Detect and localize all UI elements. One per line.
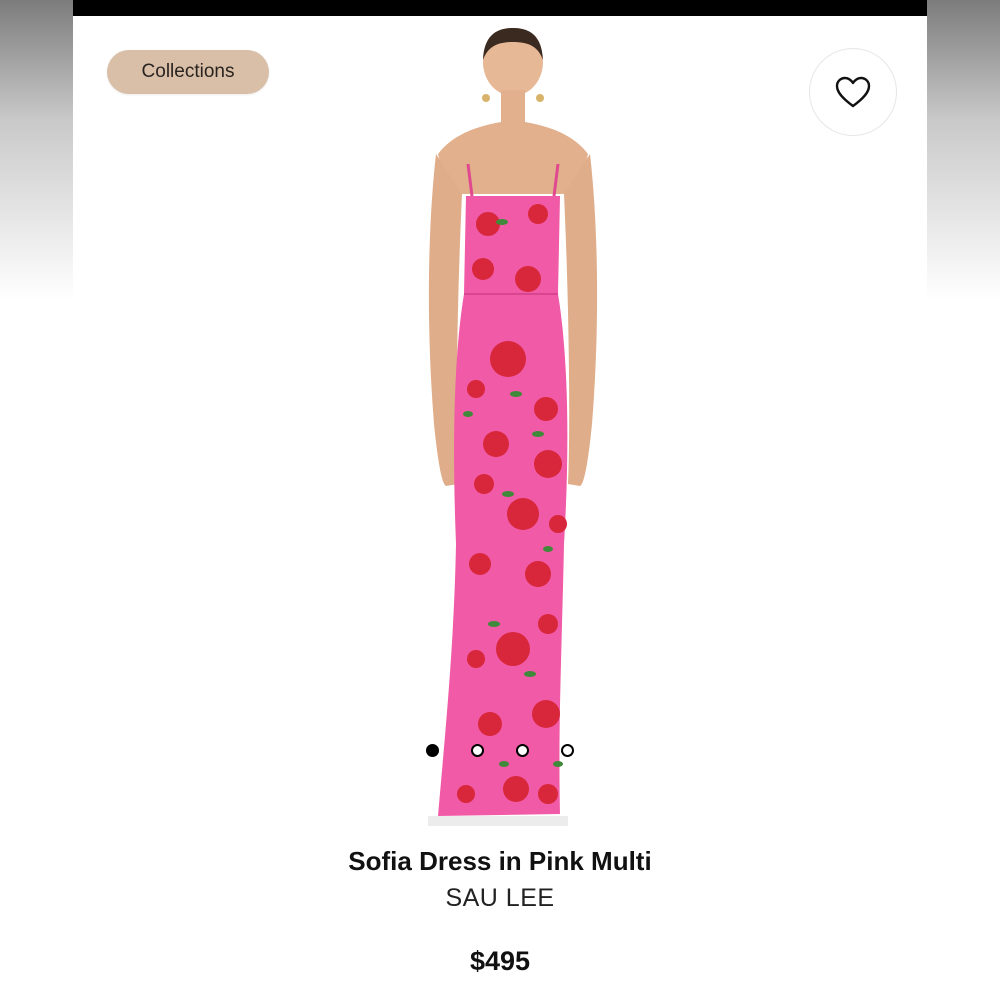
product-price: $495: [469, 946, 531, 976]
collections-button[interactable]: Collections: [107, 50, 269, 94]
heart-outline-icon: [835, 76, 871, 108]
product-image[interactable]: [398, 24, 628, 834]
collections-label: Collections: [141, 61, 235, 82]
background-left: [0, 0, 73, 1000]
product-brand[interactable]: SAU LEE: [73, 884, 927, 913]
gallery-dot-3[interactable]: [516, 744, 529, 757]
favorite-button[interactable]: [809, 48, 897, 136]
gallery-dot-2[interactable]: [471, 744, 484, 757]
product-title[interactable]: Sofia Dress in Pink Multi: [73, 846, 927, 877]
background-right: [927, 0, 1000, 1000]
gallery-dots: [73, 744, 927, 762]
product-card: Collections Sofia Dress in Pink Multi SA…: [73, 16, 927, 1000]
gallery-dot-4[interactable]: [561, 744, 574, 757]
gallery-dot-1[interactable]: [426, 744, 439, 757]
top-bar: [73, 0, 927, 16]
